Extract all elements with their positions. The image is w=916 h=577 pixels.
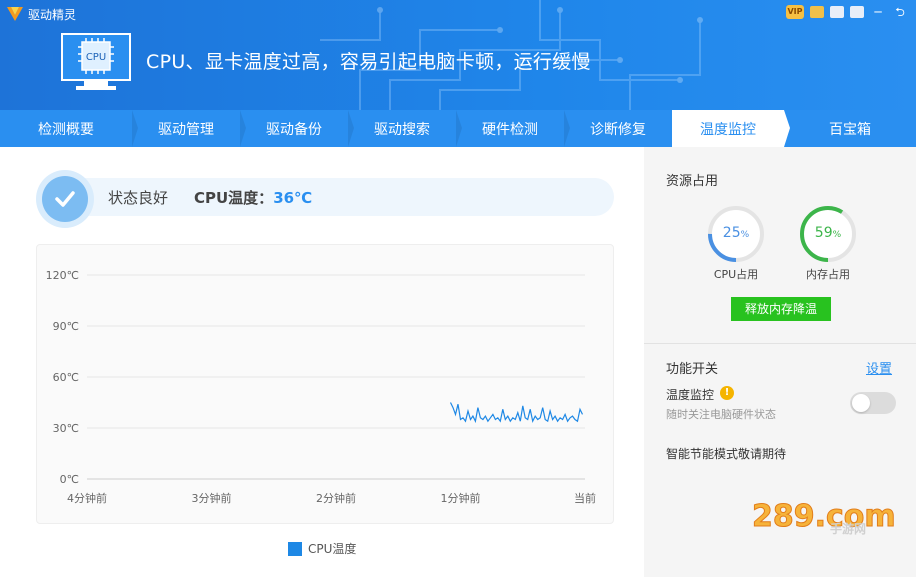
tab-driver-manage[interactable]: 驱动管理 xyxy=(132,110,246,147)
window-controls: VIP ─ ⮌ xyxy=(786,4,908,20)
tab-hardware-check[interactable]: 硬件检测 xyxy=(456,110,570,147)
toggle-knob xyxy=(852,394,870,412)
y-tick-label: 90℃ xyxy=(53,320,79,333)
tab-detect-summary[interactable]: 检测概要 xyxy=(0,110,138,147)
menu-icon[interactable] xyxy=(850,6,864,18)
x-tick-label: 1分钟前 xyxy=(441,491,481,505)
temp-monitor-title: 温度监控 xyxy=(666,388,715,402)
x-tick-label: 3分钟前 xyxy=(192,491,232,505)
gift-icon[interactable] xyxy=(810,6,824,18)
legend-label: CPU温度 xyxy=(308,542,357,556)
smart-power-note: 智能节能模式敬请期待 xyxy=(666,447,787,461)
back-icon[interactable]: ⮌ xyxy=(892,4,908,20)
x-tick-label: 当前 xyxy=(574,491,596,505)
x-tick-label: 4分钟前 xyxy=(67,491,107,505)
header-banner: 驱动精灵 CPU CPU、显卡温度过高，容易引起电脑卡顿，运行缓慢 VIP ─ … xyxy=(0,0,916,110)
skin-icon[interactable] xyxy=(830,6,844,18)
y-tick-label: 0℃ xyxy=(60,473,79,486)
divider xyxy=(644,343,916,344)
cpu-chip-label: CPU xyxy=(86,52,106,63)
cpu-usage-label: CPU占用 xyxy=(713,268,759,281)
temperature-chart-svg: 120℃ 90℃ 60℃ 30℃ 0℃ 4分钟前 3分钟前 2分钟前 1分钟前 当前 xyxy=(46,269,596,505)
release-memory-button[interactable]: 释放内存降温 xyxy=(731,297,831,321)
warning-icon: ! xyxy=(720,386,734,400)
x-tick-label: 2分钟前 xyxy=(316,491,356,505)
status-ok-badge xyxy=(36,170,94,228)
app-logo-icon xyxy=(7,7,23,21)
status-bar: 状态良好 CPU温度：36℃ xyxy=(36,170,614,228)
legend-swatch xyxy=(288,541,302,556)
tab-driver-search[interactable]: 驱动搜索 xyxy=(348,110,462,147)
status-text: 状态良好 xyxy=(108,189,169,207)
main-tabs: 检测概要 驱动管理 驱动备份 驱动搜索 硬件检测 诊断修复 温度监控 百宝箱 xyxy=(0,110,916,147)
cpu-temp-readout: CPU温度：36℃ xyxy=(194,187,312,208)
temp-monitor-toggle[interactable] xyxy=(850,392,896,414)
y-tick-label: 120℃ xyxy=(46,269,79,282)
watermark-logo-text: 289.com xyxy=(752,499,896,534)
temperature-chart: 120℃ 90℃ 60℃ 30℃ 0℃ 4分钟前 3分钟前 2分钟前 1分钟前 当前 xyxy=(36,244,614,524)
vip-icon[interactable]: VIP xyxy=(786,5,804,19)
memory-usage-value: 59% xyxy=(814,225,842,241)
tab-driver-backup[interactable]: 驱动备份 xyxy=(240,110,354,147)
y-tick-label: 60℃ xyxy=(53,371,79,384)
watermark-logo: 289.com xyxy=(752,499,896,535)
resource-title: 资源占用 xyxy=(666,174,719,189)
monitor-cpu-icon: CPU xyxy=(61,33,131,90)
cpu-temp-value: 36℃ xyxy=(273,189,313,207)
settings-link[interactable]: 设置 xyxy=(866,358,892,377)
watermark-text: 手游网 xyxy=(830,522,867,536)
cpu-temp-prefix: CPU温度： xyxy=(194,189,274,207)
cpu-temp-series-line xyxy=(449,402,584,424)
tab-toolbox[interactable]: 百宝箱 xyxy=(784,110,916,147)
minimize-icon[interactable]: ─ xyxy=(870,4,886,20)
tab-diagnose-repair[interactable]: 诊断修复 xyxy=(564,110,678,147)
app-name: 驱动精灵 xyxy=(28,8,77,22)
y-tick-label: 30℃ xyxy=(53,422,79,435)
headline-warning: CPU、显卡温度过高，容易引起电脑卡顿，运行缓慢 xyxy=(146,51,591,73)
tab-temp-monitor[interactable]: 温度监控 xyxy=(672,110,790,147)
memory-usage-label: 内存占用 xyxy=(806,268,850,281)
chart-legend: CPU温度 xyxy=(288,540,356,557)
check-icon xyxy=(55,191,75,207)
temp-monitor-subtitle: 随时关注电脑硬件状态 xyxy=(666,408,776,421)
cpu-usage-value: 25% xyxy=(722,225,750,241)
feature-switch-title: 功能开关 xyxy=(666,362,719,377)
